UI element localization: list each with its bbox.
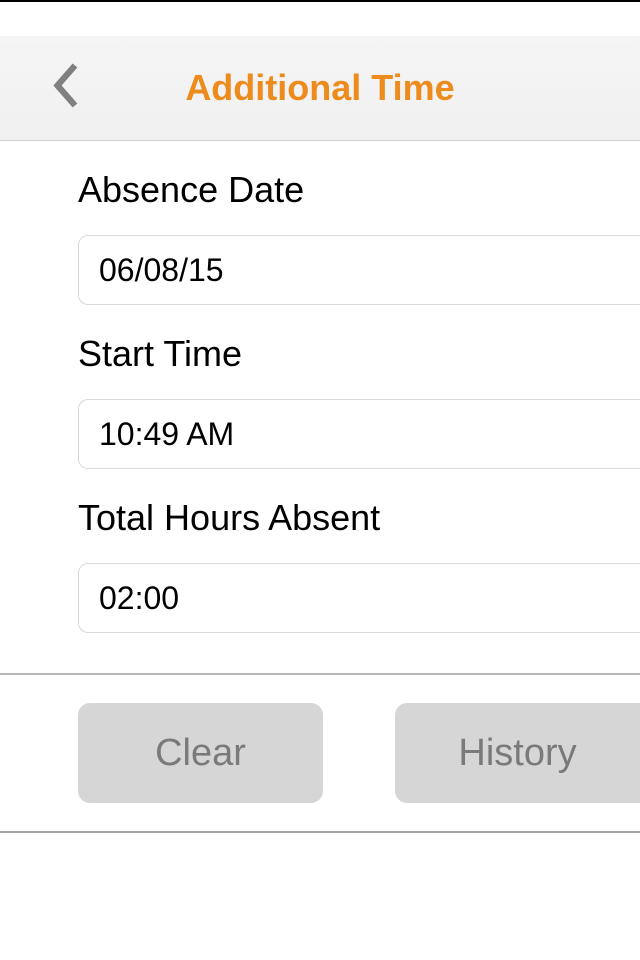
status-bar — [0, 0, 640, 36]
clear-button[interactable]: Clear — [78, 703, 323, 803]
absence-date-input[interactable] — [78, 235, 640, 305]
history-button[interactable]: History — [395, 703, 640, 803]
header-bar: Additional Time — [0, 36, 640, 141]
divider-bottom — [0, 831, 640, 833]
total-hours-label: Total Hours Absent — [78, 497, 640, 539]
start-time-label: Start Time — [78, 333, 640, 375]
absence-date-label: Absence Date — [78, 169, 640, 211]
total-hours-input[interactable] — [78, 563, 640, 633]
button-row: Clear History — [0, 675, 640, 831]
page-title: Additional Time — [0, 67, 640, 109]
chevron-left-icon — [45, 61, 85, 111]
start-time-input[interactable] — [78, 399, 640, 469]
form-content: Absence Date Start Time Total Hours Abse… — [0, 169, 640, 633]
back-button[interactable] — [45, 61, 85, 116]
